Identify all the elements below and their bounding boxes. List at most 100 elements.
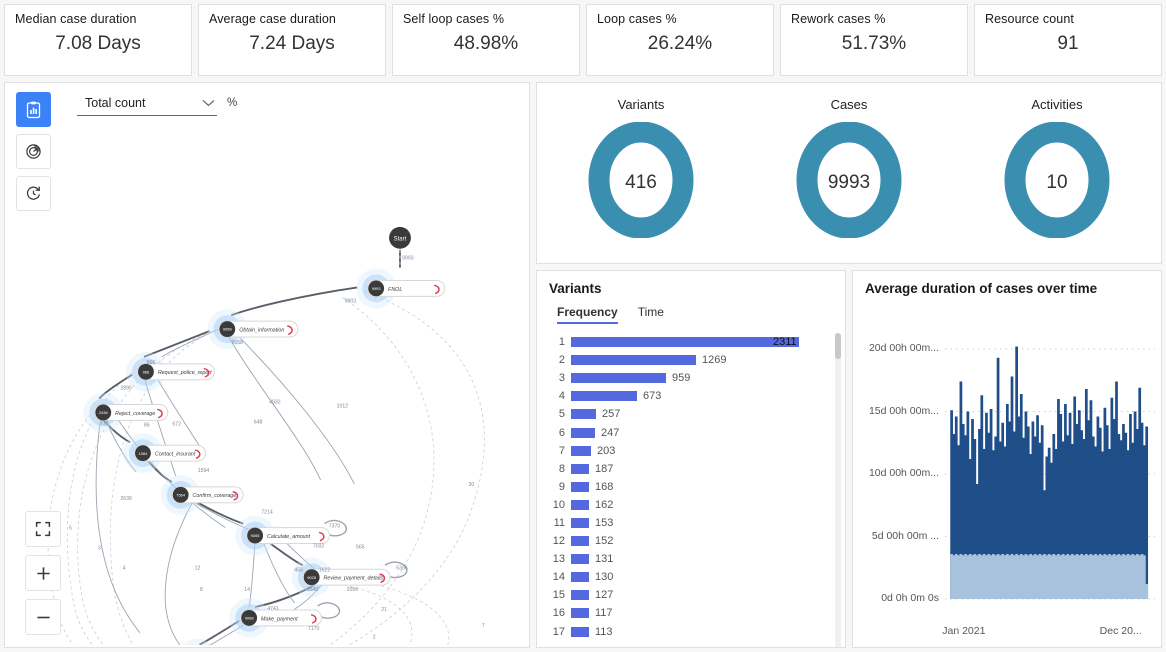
variant-rank: 13 — [552, 553, 565, 566]
kpi-value: 26.24% — [647, 33, 713, 54]
variant-value: 2311 — [773, 336, 797, 349]
variant-bar — [571, 409, 596, 420]
variant-row[interactable]: 2 1269 — [543, 351, 845, 369]
fit-to-screen-button[interactable] — [25, 511, 61, 547]
duration-x-tick: Jan 2021 — [942, 625, 986, 637]
performance-view-button[interactable] — [16, 134, 51, 169]
kpi-value: 7.24 Days — [249, 33, 335, 54]
edge-label: 4741 — [267, 606, 279, 612]
variant-bar — [571, 337, 799, 348]
variant-row[interactable]: 14 130 — [543, 568, 845, 586]
right-column: Variants 416 Cases 9993 Activities 10 Variant… — [536, 82, 1162, 648]
duration-baseline-bar — [1140, 554, 1144, 599]
frequency-view-button[interactable] — [16, 92, 51, 127]
process-map-panel[interactable]: Total count % 9993 FNOL 9658 Obtain_informa… — [4, 82, 530, 648]
edge-label: 648 — [254, 419, 263, 425]
duration-baseline-bar — [1015, 554, 1018, 599]
kpi-title: Self loop cases % — [403, 12, 505, 26]
variant-row[interactable]: 11 153 — [543, 514, 845, 532]
stat-label: Cases — [830, 97, 868, 112]
variant-row[interactable]: 4 673 — [543, 387, 845, 405]
bottom-row: Variants Frequency Time 1 2311 2 1269 3 959 4 67… — [536, 270, 1162, 648]
variants-tabs: Frequency Time — [537, 296, 845, 324]
svg-text:FNOL: FNOL — [388, 287, 402, 293]
duration-baseline-bar — [1038, 554, 1042, 599]
stat-activities: Activities 10 — [953, 97, 1161, 243]
variant-row[interactable]: 5 257 — [543, 405, 845, 423]
duration-baseline-bar — [1108, 554, 1111, 599]
duration-panel[interactable]: Average duration of cases over time 0d 0… — [852, 270, 1162, 648]
variant-row[interactable]: 16 117 — [543, 604, 845, 622]
variant-value: 247 — [601, 426, 620, 439]
variant-row[interactable]: 3 959 — [543, 369, 845, 387]
svg-text:Calculate_amount: Calculate_amount — [267, 534, 311, 540]
duration-baseline-bar — [1138, 555, 1142, 599]
duration-baseline-bar — [1047, 554, 1051, 599]
process-mining-dashboard: Median case duration 7.08 Days Average cas… — [0, 0, 1166, 652]
duration-baseline-bar — [1133, 555, 1137, 599]
variant-value: 257 — [602, 408, 621, 421]
edge-label: 14 — [244, 587, 250, 593]
duration-baseline-bar — [1052, 554, 1056, 599]
duration-baseline-bar — [1005, 554, 1009, 599]
metric-select[interactable]: Total count — [77, 93, 217, 116]
variant-bar — [571, 391, 637, 402]
duration-baseline-bar — [1082, 555, 1086, 599]
edge-label: 966 — [147, 360, 156, 366]
stat-variants: Variants 416 — [537, 97, 745, 243]
variants-scrollbar-thumb[interactable] — [835, 333, 841, 359]
duration-baseline-bar — [1096, 555, 1100, 599]
variant-row[interactable]: 1 2311 — [543, 333, 845, 351]
duration-baseline-bar — [1008, 555, 1012, 599]
variant-value: 162 — [595, 498, 614, 511]
donut-chart: 9993 — [796, 121, 902, 243]
duration-baseline-bar — [1061, 554, 1065, 599]
process-graph[interactable]: 9993 FNOL9658 Obtain_information966 Request… — [5, 83, 529, 645]
svg-text:1084: 1084 — [139, 451, 149, 456]
variant-value: 168 — [595, 480, 614, 493]
clipboard-bars-icon — [26, 101, 41, 118]
variant-row[interactable]: 8 187 — [543, 460, 845, 478]
svg-text:Confirm_coverage: Confirm_coverage — [193, 493, 237, 499]
variants-scrollbar[interactable] — [835, 333, 841, 647]
duration-baseline-bar — [1091, 555, 1095, 599]
variant-row[interactable]: 12 152 — [543, 532, 845, 550]
variant-row[interactable]: 6 247 — [543, 423, 845, 441]
variant-row[interactable]: 17 113 — [543, 623, 845, 641]
kpi-title: Resource count — [985, 12, 1074, 26]
variant-row[interactable]: 7 203 — [543, 442, 845, 460]
variant-row[interactable]: 10 162 — [543, 496, 845, 514]
kpi-title: Rework cases % — [791, 12, 886, 26]
variant-row[interactable]: 13 131 — [543, 550, 845, 568]
map-toolbar — [16, 92, 51, 218]
variant-rank: 8 — [558, 462, 565, 475]
edge-label: 456 — [294, 567, 303, 573]
variant-row[interactable]: 15 127 — [543, 586, 845, 604]
duration-x-tick: Dec 20... — [1099, 625, 1142, 637]
duration-baseline-bar — [971, 555, 974, 599]
duration-baseline-bar — [1017, 555, 1021, 599]
minus-icon — [36, 616, 50, 618]
duration-baseline-bar — [1131, 554, 1135, 599]
variant-row[interactable]: 9 168 — [543, 478, 845, 496]
variant-bar — [571, 463, 589, 474]
variants-list[interactable]: 1 2311 2 1269 3 959 4 673 5 257 6 247 7 203 8 187 9 168 10… — [537, 333, 845, 647]
variant-rank: 3 — [558, 372, 565, 385]
svg-text:Obtain_information: Obtain_information — [239, 327, 284, 333]
variants-tab-time[interactable]: Time — [638, 305, 664, 324]
variant-bar — [571, 427, 595, 438]
variants-panel[interactable]: Variants Frequency Time 1 2311 2 1269 3 959 4 67… — [536, 270, 846, 648]
variants-tab-frequency[interactable]: Frequency — [557, 305, 618, 324]
rework-view-button[interactable] — [16, 176, 51, 211]
variant-value: 203 — [597, 444, 616, 457]
zoom-out-button[interactable] — [25, 599, 61, 635]
main-content: Total count % 9993 FNOL 9658 Obtain_informa… — [4, 82, 1162, 648]
variant-rank: 7 — [558, 444, 565, 457]
duration-baseline-bar — [968, 554, 972, 599]
duration-baseline-bar — [1117, 554, 1121, 599]
edge-label: 12 — [195, 565, 201, 571]
variant-rank: 16 — [552, 607, 565, 620]
duration-baseline-bar — [1019, 554, 1023, 599]
zoom-in-button[interactable] — [25, 555, 61, 591]
edge-label: 9658 — [231, 340, 243, 346]
